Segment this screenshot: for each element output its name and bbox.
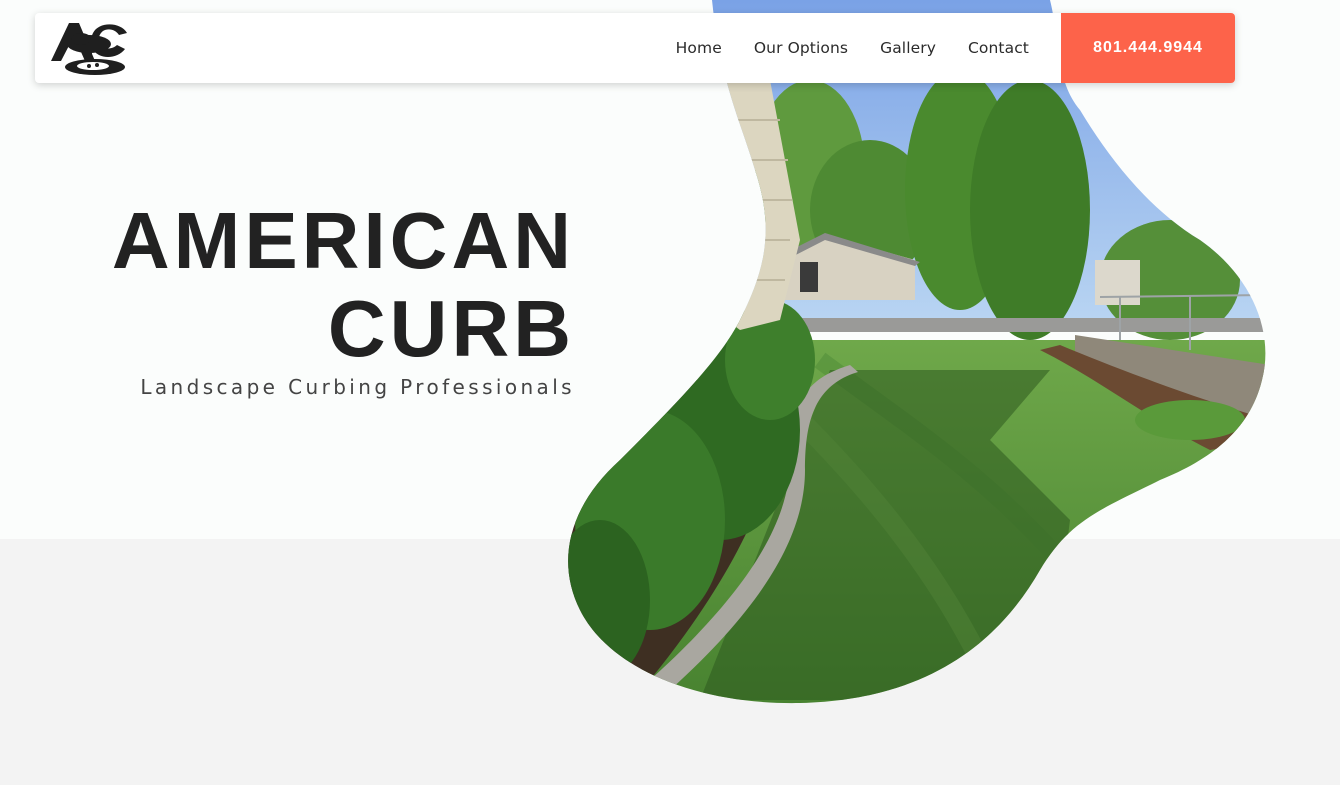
top-navbar: Home Our Options Gallery Contact 801.444…	[35, 13, 1235, 83]
phone-call-button[interactable]: 801.444.9944	[1061, 13, 1235, 83]
hero-subtitle: Landscape Curbing Professionals	[140, 375, 575, 399]
nav-home-link[interactable]: Home	[676, 39, 722, 57]
nav-gallery-link[interactable]: Gallery	[880, 39, 936, 57]
main-menu: Home Our Options Gallery Contact	[676, 13, 1029, 83]
site-logo[interactable]	[49, 19, 131, 77]
hero-title-line2: CURB	[327, 284, 575, 373]
page: Home Our Options Gallery Contact 801.444…	[0, 0, 1340, 785]
nav-our-options-link[interactable]: Our Options	[754, 39, 848, 57]
hero-title-line1: AMERICAN	[111, 196, 575, 285]
hero-title: AMERICAN CURB	[112, 197, 575, 373]
nav-contact-link[interactable]: Contact	[968, 39, 1029, 57]
